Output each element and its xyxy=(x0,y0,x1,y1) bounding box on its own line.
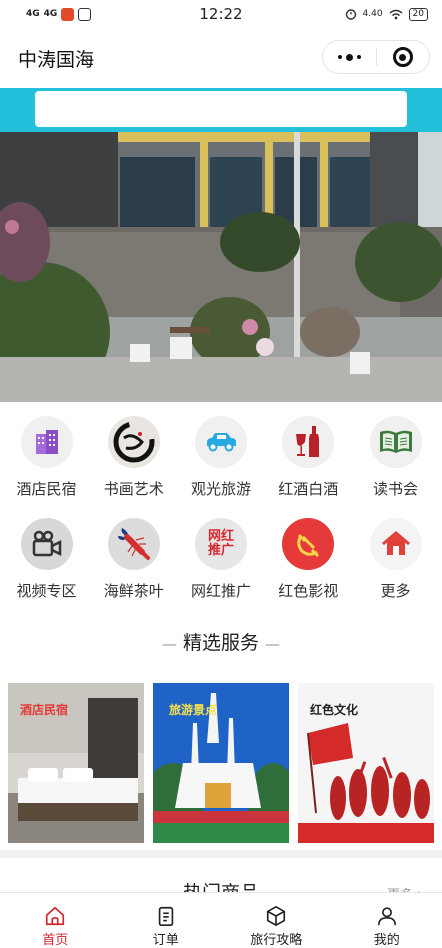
search-band xyxy=(0,88,442,132)
tab-home[interactable]: 首页 xyxy=(0,893,111,948)
hammer-sickle-icon xyxy=(282,518,335,570)
category-seafood-tea[interactable]: 海鲜茶叶 xyxy=(90,510,177,612)
cube-icon xyxy=(267,906,286,926)
target-close-icon xyxy=(392,47,413,67)
service-card-label: 红色文化 xyxy=(310,703,359,717)
notification-app-icon-2 xyxy=(78,7,92,21)
house-icon xyxy=(369,518,422,570)
category-more[interactable]: 更多 xyxy=(352,510,439,612)
category-wine[interactable]: 红酒白酒 xyxy=(265,408,352,510)
section-title: 精选服务 xyxy=(182,632,259,654)
status-bar: 4G 4G 12:22 4.40 20 xyxy=(0,0,442,28)
tab-label: 旅行攻略 xyxy=(250,933,303,948)
category-label: 海鲜茶叶 xyxy=(103,582,164,600)
tab-label: 我的 xyxy=(373,933,400,948)
car-icon xyxy=(195,416,247,468)
category-influencer[interactable]: 网红 推广 网红推广 xyxy=(178,510,265,612)
user-icon xyxy=(377,907,396,926)
category-row: 酒店民宿 书画艺术 观光旅游 红酒白酒 读书会 xyxy=(0,408,442,510)
battery-indicator: 20 xyxy=(408,7,428,21)
search-input[interactable] xyxy=(35,91,407,127)
category-video[interactable]: 视频专区 xyxy=(3,510,90,612)
page-title: 中涛国海 xyxy=(18,48,95,71)
section-divider xyxy=(0,850,442,858)
tab-orders[interactable]: 订单 xyxy=(111,893,222,948)
section-header: — 精选服务 — xyxy=(0,628,442,655)
home-icon xyxy=(46,906,65,926)
featured-services: 酒店民宿 旅游景点 红色文化 xyxy=(0,683,442,843)
notification-app-icon xyxy=(61,7,75,21)
category-label: 视频专区 xyxy=(16,582,77,600)
status-left: 4G 4G xyxy=(26,7,92,21)
service-card-label: 酒店民宿 xyxy=(20,703,69,717)
status-right: 4.40 20 xyxy=(345,7,428,21)
category-label: 读书会 xyxy=(372,480,418,498)
influencer-badge-icon: 网红 推广 xyxy=(195,518,247,570)
category-grid: 酒店民宿 书画艺术 观光旅游 红酒白酒 读书会 视频专区 海鲜茶叶 网红 推广 … xyxy=(0,408,442,612)
more-dot-icon xyxy=(346,53,353,61)
category-label: 酒店民宿 xyxy=(16,480,77,498)
service-card-scenic[interactable]: 旅游景点 xyxy=(153,683,289,843)
category-row: 视频专区 海鲜茶叶 网红 推广 网红推广 红色影视 更多 xyxy=(0,510,442,612)
service-card-red-culture[interactable]: 红色文化 xyxy=(298,683,434,843)
mini-program-capsule xyxy=(322,40,430,74)
category-label: 红色影视 xyxy=(278,582,339,600)
banner-image[interactable] xyxy=(0,132,442,402)
service-card-label: 旅游景点 xyxy=(169,703,218,717)
alarm-icon xyxy=(345,9,356,20)
category-label: 网红推广 xyxy=(190,582,251,600)
network-speed: 4.40 xyxy=(362,9,383,19)
order-list-icon xyxy=(158,906,173,926)
category-label: 更多 xyxy=(380,582,411,600)
section-dash-left: — xyxy=(161,635,177,653)
category-sightseeing[interactable]: 观光旅游 xyxy=(178,408,265,510)
calligraphy-icon xyxy=(107,416,160,468)
category-label: 红酒白酒 xyxy=(278,480,339,498)
close-mini-program-button[interactable] xyxy=(377,47,429,67)
lobster-icon xyxy=(107,518,160,570)
section-dash-right: — xyxy=(265,635,281,653)
tab-travel-guide[interactable]: 旅行攻略 xyxy=(221,893,332,948)
category-book-club[interactable]: 读书会 xyxy=(352,408,439,510)
hotel-building-icon xyxy=(20,416,73,468)
tab-label: 首页 xyxy=(42,933,69,948)
signal-indicator-2: 4G xyxy=(43,9,58,19)
tab-mine[interactable]: 我的 xyxy=(332,893,442,948)
more-options-button[interactable] xyxy=(323,53,376,61)
bottom-tab-bar: 首页 订单 旅行攻略 我的 xyxy=(0,892,442,948)
influencer-badge-text: 网红 xyxy=(207,529,234,544)
wifi-icon xyxy=(389,9,403,19)
title-bar: 中涛国海 xyxy=(0,28,442,88)
category-label: 观光旅游 xyxy=(190,480,251,498)
signal-indicator-1: 4G xyxy=(26,9,40,19)
more-dot-icon xyxy=(357,55,361,59)
service-card-hotel[interactable]: 酒店民宿 xyxy=(8,683,144,843)
influencer-badge-text: 推广 xyxy=(207,543,234,558)
more-dot-icon xyxy=(338,55,342,59)
category-label: 书画艺术 xyxy=(103,480,164,498)
wine-bottle-icon xyxy=(282,416,335,468)
category-red-film[interactable]: 红色影视 xyxy=(265,510,352,612)
category-hotel[interactable]: 酒店民宿 xyxy=(3,408,90,510)
category-calligraphy[interactable]: 书画艺术 xyxy=(90,408,177,510)
open-book-icon xyxy=(369,416,422,468)
video-camera-icon xyxy=(20,518,73,570)
tab-label: 订单 xyxy=(152,933,179,948)
banner-illustration xyxy=(0,132,442,402)
